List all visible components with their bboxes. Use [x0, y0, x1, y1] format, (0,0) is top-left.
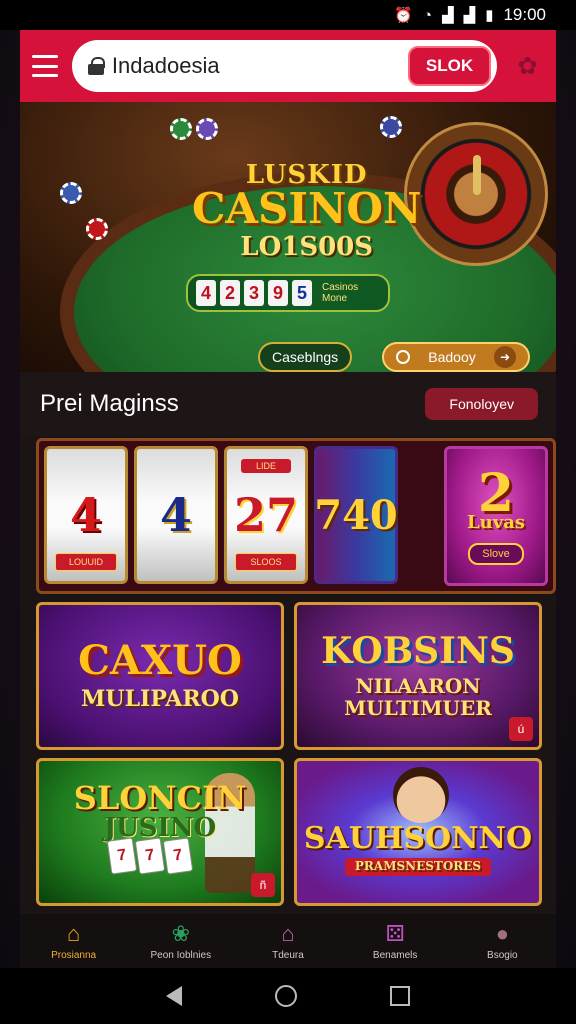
app-window: SLOK ✿ LUSKID CASINON LO1S00S [20, 30, 556, 968]
hero-banner[interactable]: LUSKID CASINON LO1S00S 4 2 3 9 5 Casinos… [20, 102, 556, 372]
home-circle-icon[interactable] [274, 985, 297, 1007]
arrow-right-icon: ➜ [493, 346, 516, 368]
jackpot-digits: 4 2 3 9 5 Casinos Mone [186, 274, 390, 312]
screen: ⏰ ◔ ▟ ▟ ▮ 19:00 SLOK ✿ [0, 0, 576, 1024]
character-image [393, 767, 449, 823]
signal-icon: ▟ [442, 7, 454, 24]
slot-reel: LIDE 27 SLOOS [224, 446, 308, 584]
roulette-wheel-icon [404, 122, 548, 266]
nav-item-lobby[interactable]: ⌂ Tdeura [238, 920, 338, 961]
game-card[interactable]: SLONCIN JUSINO 7 7 7 ñ [36, 758, 284, 906]
game-card[interactable]: CAXUO MULIPAROO [36, 602, 284, 750]
system-nav-bar [0, 968, 576, 1024]
signal-icon-2: ▟ [463, 7, 476, 24]
chips-icon [170, 118, 218, 140]
promo-pill: Slove [468, 542, 524, 565]
promo-card[interactable]: 2 Luvas Slove [444, 446, 548, 586]
hero-title: LUSKID CASINON LO1S00S [192, 160, 422, 262]
gift-icon: ❀ [171, 920, 190, 946]
chips-icon-4 [380, 116, 402, 138]
home-icon: ⌂ [66, 920, 81, 946]
game-badge: ú [509, 717, 533, 741]
playing-cards-icon: 7 7 7 [106, 837, 194, 875]
wifi-icon: ◔ [423, 6, 433, 24]
recent-apps-icon[interactable] [389, 986, 410, 1006]
section-header: Prei Maginss Fonoloyev [20, 372, 556, 436]
hero-button-left[interactable]: Caseblngs [258, 342, 353, 372]
nav-item-promotions[interactable]: ❀ Peon Ioblnies [131, 920, 231, 961]
slot-button[interactable]: SLOK [407, 46, 492, 86]
back-icon[interactable] [166, 986, 183, 1006]
hero-button-right[interactable]: Badooy ➜ [382, 342, 530, 372]
house-outline-icon: ⌂ [281, 920, 295, 946]
slot-reel: 4 [134, 446, 218, 584]
status-bar: ⏰ ◔ ▟ ▟ ▮ 19:00 [0, 0, 576, 30]
menu-icon[interactable] [32, 55, 58, 77]
game-card[interactable]: SAUHSONNO PRAMSNESTORES [294, 758, 542, 906]
dice-icon: ⚄ [385, 920, 405, 946]
user-icon: ● [495, 920, 509, 946]
nav-item-home[interactable]: ⌂ Prosianna [24, 920, 124, 961]
settings-gear-icon[interactable]: ✿ [511, 47, 544, 85]
nav-item-games[interactable]: ⚄ Benamels [345, 920, 445, 961]
games-grid: CAXUO MULIPAROO KOBSINS NILAARON MULTIMU… [36, 602, 556, 906]
battery-icon: ▮ [485, 7, 494, 24]
game-card[interactable]: KOBSINS NILAARON MULTIMUER ú [294, 602, 542, 750]
section-button[interactable]: Fonoloyev [425, 388, 538, 420]
lock-icon [87, 57, 105, 75]
search-input[interactable] [111, 53, 400, 79]
chips-icon-2 [60, 182, 82, 204]
status-time: 19:00 [503, 5, 546, 24]
section-title: Prei Maginss [40, 390, 179, 417]
alarm-icon: ⏰ [394, 7, 414, 24]
location-icon [396, 350, 410, 364]
chips-icon-3 [86, 218, 108, 240]
top-bar: SLOK ✿ [20, 30, 556, 102]
search-bar[interactable]: SLOK [71, 40, 498, 92]
slot-reel: 4 LOUUID [44, 446, 128, 584]
bottom-nav: ⌂ Prosianna ❀ Peon Ioblnies ⌂ Tdeura ⚄ B… [20, 914, 556, 968]
slot-machine-banner[interactable]: 4 LOUUID 4 LIDE 27 SLOOS 740 2 Luvas Slo… [36, 438, 556, 594]
slot-reel: 740 [314, 446, 398, 584]
nav-item-profile[interactable]: ● Bsogio [452, 920, 552, 961]
game-badge: ñ [251, 873, 275, 897]
